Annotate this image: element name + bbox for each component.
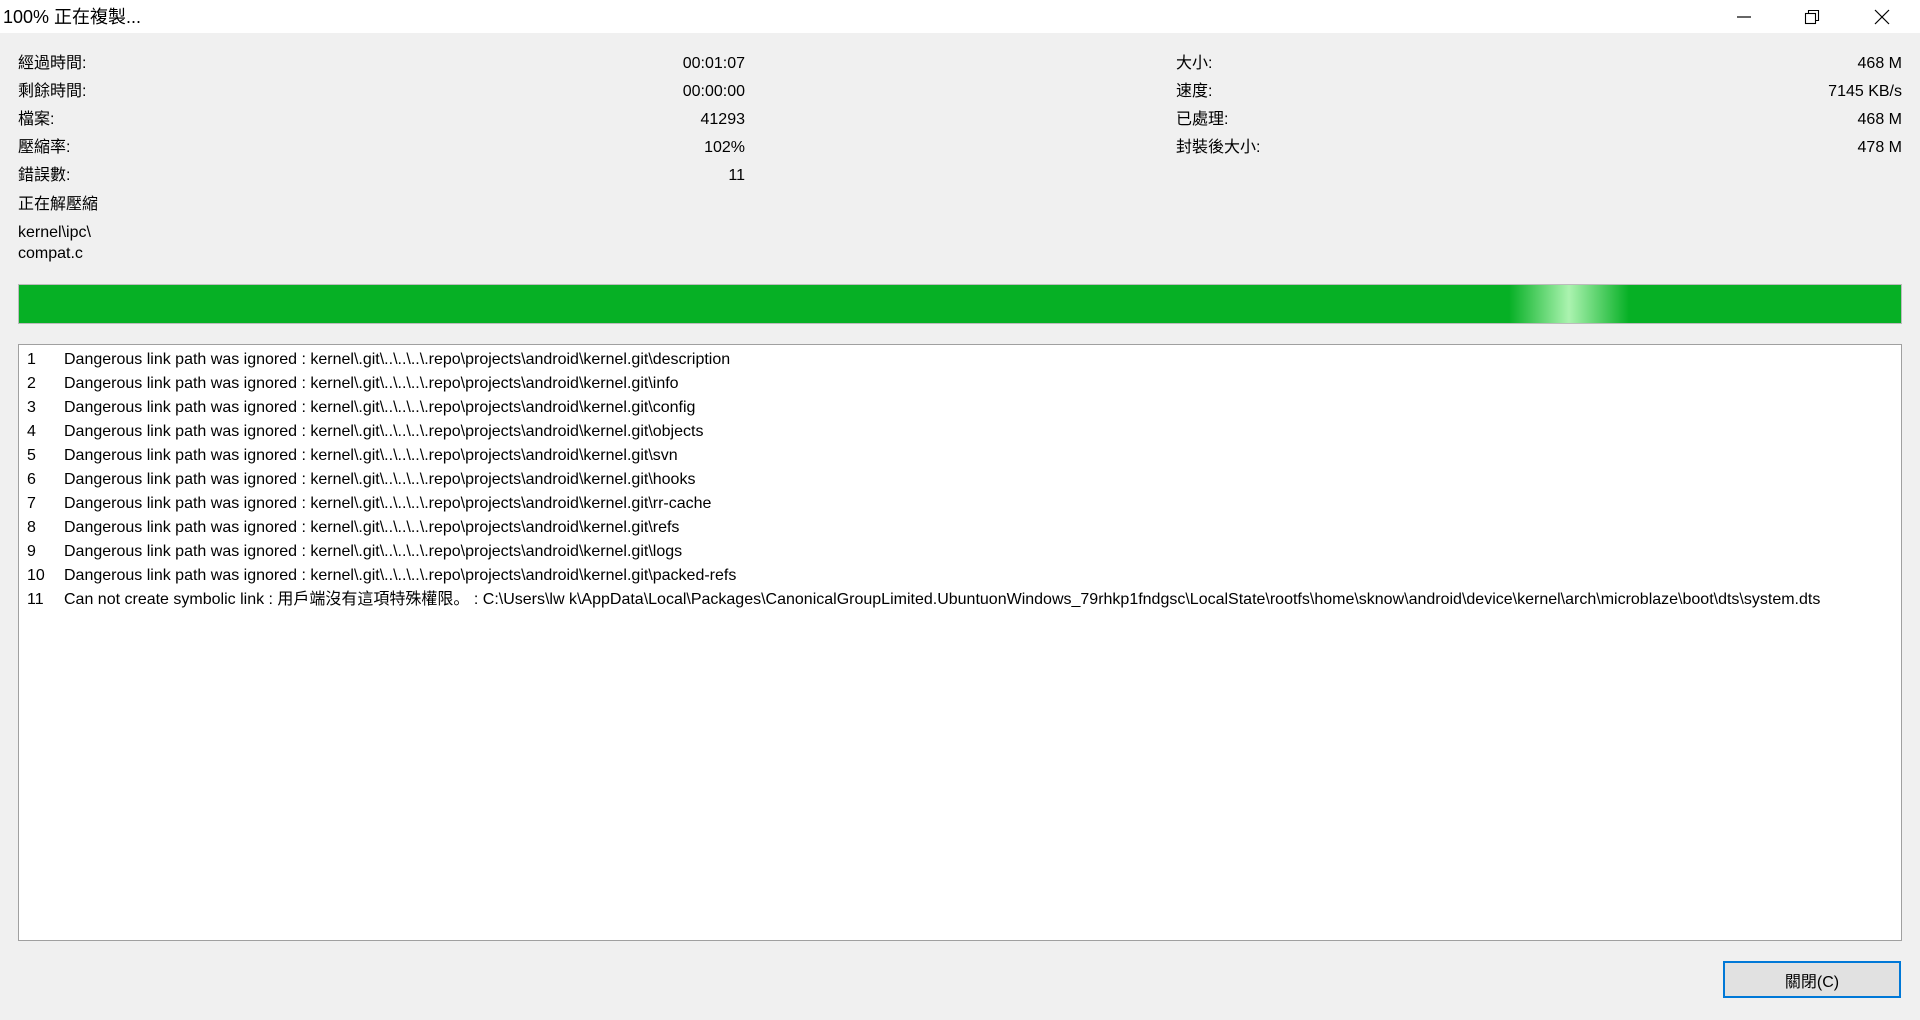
- packed-size-label: 封裝後大小:: [1176, 139, 1261, 156]
- log-row[interactable]: 8 Dangerous link path was ignored : kerne…: [19, 516, 1901, 540]
- operation-status: 正在解壓縮: [18, 196, 99, 213]
- log-row-message: Dangerous link path was ignored : kernel…: [64, 399, 696, 416]
- minimize-button[interactable]: [1714, 0, 1774, 33]
- close-dialog-button[interactable]: 關閉(C): [1723, 961, 1901, 998]
- log-row-message: Dangerous link path was ignored : kernel…: [64, 519, 680, 536]
- log-row-number: 4: [27, 423, 36, 440]
- current-folder: kernel\ipc\: [18, 224, 91, 241]
- size-label: 大小:: [1176, 55, 1213, 72]
- log-row-message: Can not create symbolic link : 用戶端沒有這項特殊…: [64, 591, 1821, 608]
- log-row[interactable]: 4 Dangerous link path was ignored : kerne…: [19, 420, 1901, 444]
- log-row-message: Dangerous link path was ignored : kernel…: [64, 375, 679, 392]
- current-file: compat.c: [18, 245, 83, 262]
- log-row[interactable]: 2 Dangerous link path was ignored : kerne…: [19, 372, 1901, 396]
- log-row[interactable]: 1 Dangerous link path was ignored : kerne…: [19, 348, 1901, 372]
- log-row[interactable]: 9 Dangerous link path was ignored : kerne…: [19, 540, 1901, 564]
- error-log-list[interactable]: 1 Dangerous link path was ignored : kerne…: [18, 344, 1902, 941]
- log-row-number: 8: [27, 519, 36, 536]
- log-row[interactable]: 11 Can not create symbolic link : 用戶端沒有這項…: [19, 588, 1901, 612]
- restore-button[interactable]: [1782, 0, 1842, 33]
- progress-shine: [1509, 285, 1629, 323]
- log-row-number: 3: [27, 399, 36, 416]
- packed-size-value: 478 M: [1857, 139, 1902, 156]
- window-title: 100% 正在複製...: [3, 7, 142, 27]
- elapsed-time-value: 00:01:07: [682, 55, 745, 72]
- speed-label: 速度:: [1176, 83, 1213, 100]
- log-row[interactable]: 10 Dangerous link path was ignored : kern…: [19, 564, 1901, 588]
- log-row-number: 7: [27, 495, 36, 512]
- log-row[interactable]: 3 Dangerous link path was ignored : kerne…: [19, 396, 1901, 420]
- progress-bar: [18, 284, 1902, 324]
- close-icon: [1874, 9, 1890, 24]
- log-row-number: 2: [27, 375, 36, 392]
- log-row-number: 9: [27, 543, 36, 560]
- speed-value: 7145 KB/s: [1828, 83, 1902, 100]
- log-row-message: Dangerous link path was ignored : kernel…: [64, 543, 683, 560]
- remaining-time-value: 00:00:00: [682, 83, 745, 100]
- log-row[interactable]: 5 Dangerous link path was ignored : kerne…: [19, 444, 1901, 468]
- errors-label: 錯誤數:: [18, 167, 71, 184]
- log-row-number: 5: [27, 447, 36, 464]
- log-row-message: Dangerous link path was ignored : kernel…: [64, 447, 678, 464]
- files-value: 41293: [700, 111, 746, 128]
- close-window-button[interactable]: [1852, 0, 1912, 33]
- processed-value: 468 M: [1857, 111, 1902, 128]
- processed-label: 已處理:: [1176, 111, 1229, 128]
- log-row-message: Dangerous link path was ignored : kernel…: [64, 423, 704, 440]
- log-row-number: 11: [27, 591, 44, 608]
- log-row-message: Dangerous link path was ignored : kernel…: [64, 471, 696, 488]
- log-row-number: 1: [27, 351, 36, 368]
- title-bar: 100% 正在複製...: [0, 0, 1920, 33]
- files-label: 檔案:: [18, 111, 55, 128]
- compression-ratio-label: 壓縮率:: [18, 139, 71, 156]
- minimize-icon: [1737, 15, 1751, 18]
- elapsed-time-label: 經過時間:: [18, 55, 87, 72]
- compression-ratio-value: 102%: [704, 139, 745, 156]
- log-row[interactable]: 6 Dangerous link path was ignored : kerne…: [19, 468, 1901, 492]
- remaining-time-label: 剩餘時間:: [18, 83, 87, 100]
- log-row-number: 10: [27, 567, 45, 584]
- log-row-number: 6: [27, 471, 36, 488]
- size-value: 468 M: [1857, 55, 1902, 72]
- log-row-message: Dangerous link path was ignored : kernel…: [64, 567, 737, 584]
- log-row-message: Dangerous link path was ignored : kernel…: [64, 351, 731, 368]
- errors-value: 11: [728, 167, 745, 184]
- log-row-message: Dangerous link path was ignored : kernel…: [64, 495, 712, 512]
- restore-icon: [1804, 9, 1820, 24]
- log-row[interactable]: 7 Dangerous link path was ignored : kerne…: [19, 492, 1901, 516]
